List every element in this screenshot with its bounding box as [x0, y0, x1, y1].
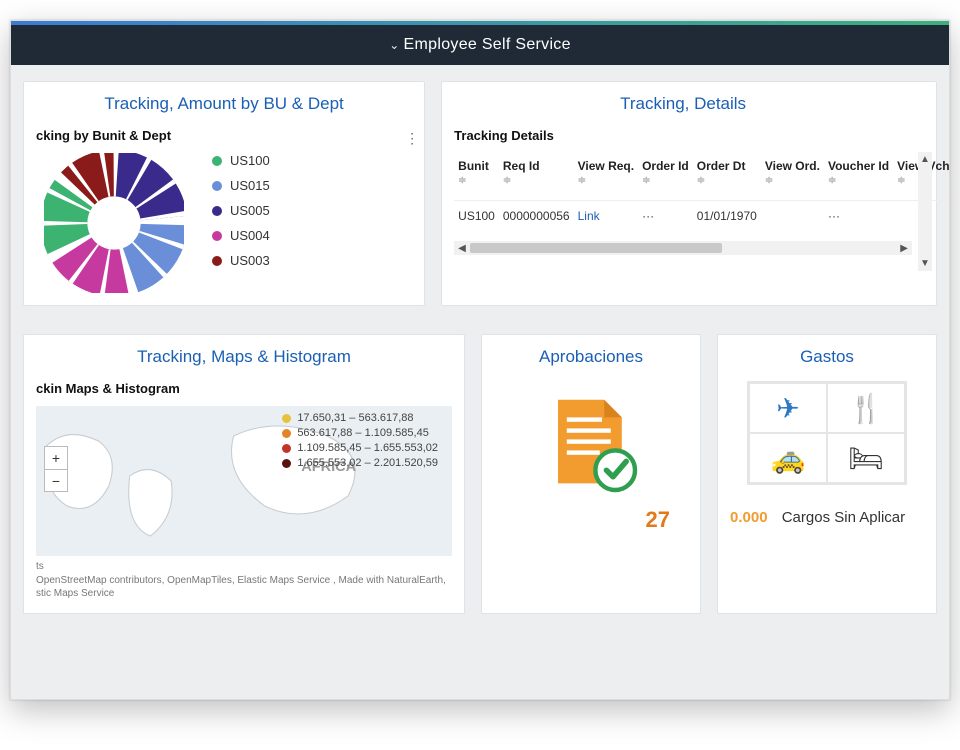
scroll-thumb[interactable] — [470, 243, 722, 253]
scroll-down-icon[interactable]: ▼ — [920, 256, 930, 271]
gastos-amount: 0.000 — [730, 509, 768, 526]
cell-vieword — [761, 201, 824, 232]
col-bunit[interactable]: Bunit≑ — [454, 153, 499, 201]
map-legend-item: 17.650,31 – 563.617,88 — [282, 412, 438, 424]
card-bu-dept: Tracking, Amount by BU & Dept cking by B… — [23, 81, 425, 306]
map-legend-item: 1.655.553,02 – 2.201.520,59 — [282, 457, 438, 469]
more-icon[interactable]: ⋮ — [405, 130, 418, 147]
col-vieword[interactable]: View Ord.≑ — [761, 153, 824, 201]
gastos-summary: 0.000 Cargos Sin Aplicar — [730, 509, 924, 526]
chevron-down-icon: ⌄ — [389, 38, 399, 52]
workspace: Tracking, Amount by BU & Dept cking by B… — [11, 65, 949, 699]
legend-label: 1.109.585,45 – 1.655.553,02 — [297, 442, 438, 454]
col-orderid[interactable]: Order Id≑ — [638, 153, 693, 201]
app-frame: ⌄ Employee Self Service Tracking, Amount… — [10, 20, 950, 700]
legend-item[interactable]: US015 — [212, 178, 270, 193]
legend-swatch — [212, 156, 222, 166]
donut-chart[interactable] — [44, 153, 184, 293]
cell-orderdt: 01/01/1970 — [693, 201, 761, 232]
row-bottom: Tracking, Maps & Histogram ckin Maps & H… — [23, 334, 937, 614]
scroll-up-icon[interactable]: ▲ — [920, 152, 930, 167]
legend-swatch — [282, 444, 291, 453]
legend-swatch — [212, 181, 222, 191]
gastos-label: Cargos Sin Aplicar — [782, 509, 905, 526]
donut-chart-area: US100 US015 US005 US004 US003 — [36, 153, 412, 293]
col-orderdt[interactable]: Order Dt≑ — [693, 153, 761, 201]
legend-swatch — [212, 256, 222, 266]
car-icon: 🚕 — [749, 433, 827, 483]
page-header[interactable]: ⌄ Employee Self Service — [11, 25, 949, 65]
map-legend: 17.650,31 – 563.617,88 563.617,88 – 1.10… — [282, 412, 438, 472]
card-gastos[interactable]: Gastos ✈ 🍴 🚕 🛏 0.000 Cargos Sin Aplicar — [717, 334, 937, 614]
legend-label: US005 — [230, 203, 270, 218]
cell-orderid: ··· — [638, 201, 693, 232]
table-row[interactable]: US100 0000000056 Link ··· 01/01/1970 ··· — [454, 201, 949, 232]
document-check-icon — [536, 391, 646, 501]
card-subtitle: Tracking Details — [454, 128, 912, 143]
legend-swatch — [282, 414, 291, 423]
row-top: Tracking, Amount by BU & Dept cking by B… — [23, 81, 937, 306]
col-reqid[interactable]: Req Id≑ — [499, 153, 574, 201]
card-title: Gastos — [730, 347, 924, 367]
aprobaciones-count: 27 — [494, 507, 688, 533]
legend-swatch — [212, 206, 222, 216]
zoom-in-button[interactable]: + — [45, 447, 67, 469]
legend-label: 1.655.553,02 – 2.201.520,59 — [297, 457, 438, 469]
card-details: Tracking, Details Tracking Details Bunit… — [441, 81, 937, 306]
map-legend-item: 563.617,88 – 1.109.585,45 — [282, 427, 438, 439]
scroll-left-icon[interactable]: ◀ — [454, 243, 470, 254]
bed-icon: 🛏 — [827, 433, 905, 483]
map-zoom: + − — [44, 446, 68, 492]
legend-swatch — [282, 429, 291, 438]
cell-viewreq-link[interactable]: Link — [574, 201, 638, 232]
legend-item[interactable]: US005 — [212, 203, 270, 218]
col-viewreq[interactable]: View Req.≑ — [574, 153, 638, 201]
scroll-right-icon[interactable]: ▶ — [896, 243, 912, 254]
legend-label: US003 — [230, 253, 270, 268]
legend-item[interactable]: US100 — [212, 153, 270, 168]
plane-icon: ✈ — [749, 383, 827, 433]
legend-label: 17.650,31 – 563.617,88 — [297, 412, 413, 424]
cell-bunit: US100 — [454, 201, 499, 232]
legend-swatch — [282, 459, 291, 468]
zoom-out-button[interactable]: − — [45, 469, 67, 491]
food-icon: 🍴 — [827, 383, 905, 433]
map-legend-item: 1.109.585,45 – 1.655.553,02 — [282, 442, 438, 454]
col-voucher[interactable]: Voucher Id≑ — [824, 153, 893, 201]
legend-label: US100 — [230, 153, 270, 168]
card-title: Aprobaciones — [494, 347, 688, 367]
legend-label: US015 — [230, 178, 270, 193]
legend-label: US004 — [230, 228, 270, 243]
page-title: Employee Self Service — [404, 36, 571, 54]
map-credits: ts OpenStreetMap contributors, OpenMapTi… — [36, 560, 452, 601]
card-maps: Tracking, Maps & Histogram ckin Maps & H… — [23, 334, 465, 614]
legend-item[interactable]: US004 — [212, 228, 270, 243]
legend-swatch — [212, 231, 222, 241]
legend-item[interactable]: US003 — [212, 253, 270, 268]
card-title: Tracking, Amount by BU & Dept — [36, 94, 412, 114]
cell-voucher: ··· — [824, 201, 893, 232]
card-subtitle: ckin Maps & Histogram — [36, 381, 452, 396]
map-canvas[interactable]: AFRICA + − 17.650,31 – 563.617,88 563.61… — [36, 406, 452, 556]
card-title: Tracking, Maps & Histogram — [36, 347, 452, 367]
card-title: Tracking, Details — [454, 94, 912, 114]
details-table: Bunit≑ Req Id≑ View Req.≑ Order Id≑ Orde… — [454, 153, 949, 231]
card-subtitle: cking by Bunit & Dept — [36, 128, 412, 143]
vertical-scrollbar[interactable]: ▲ ▼ — [918, 152, 932, 271]
horizontal-scrollbar[interactable]: ◀ ▶ — [454, 241, 912, 255]
card-aprobaciones[interactable]: Aprobaciones 27 — [481, 334, 701, 614]
donut-legend: US100 US015 US005 US004 US003 — [212, 153, 270, 278]
cell-reqid: 0000000056 — [499, 201, 574, 232]
gastos-icon-grid: ✈ 🍴 🚕 🛏 — [747, 381, 907, 485]
legend-label: 563.617,88 – 1.109.585,45 — [297, 427, 429, 439]
